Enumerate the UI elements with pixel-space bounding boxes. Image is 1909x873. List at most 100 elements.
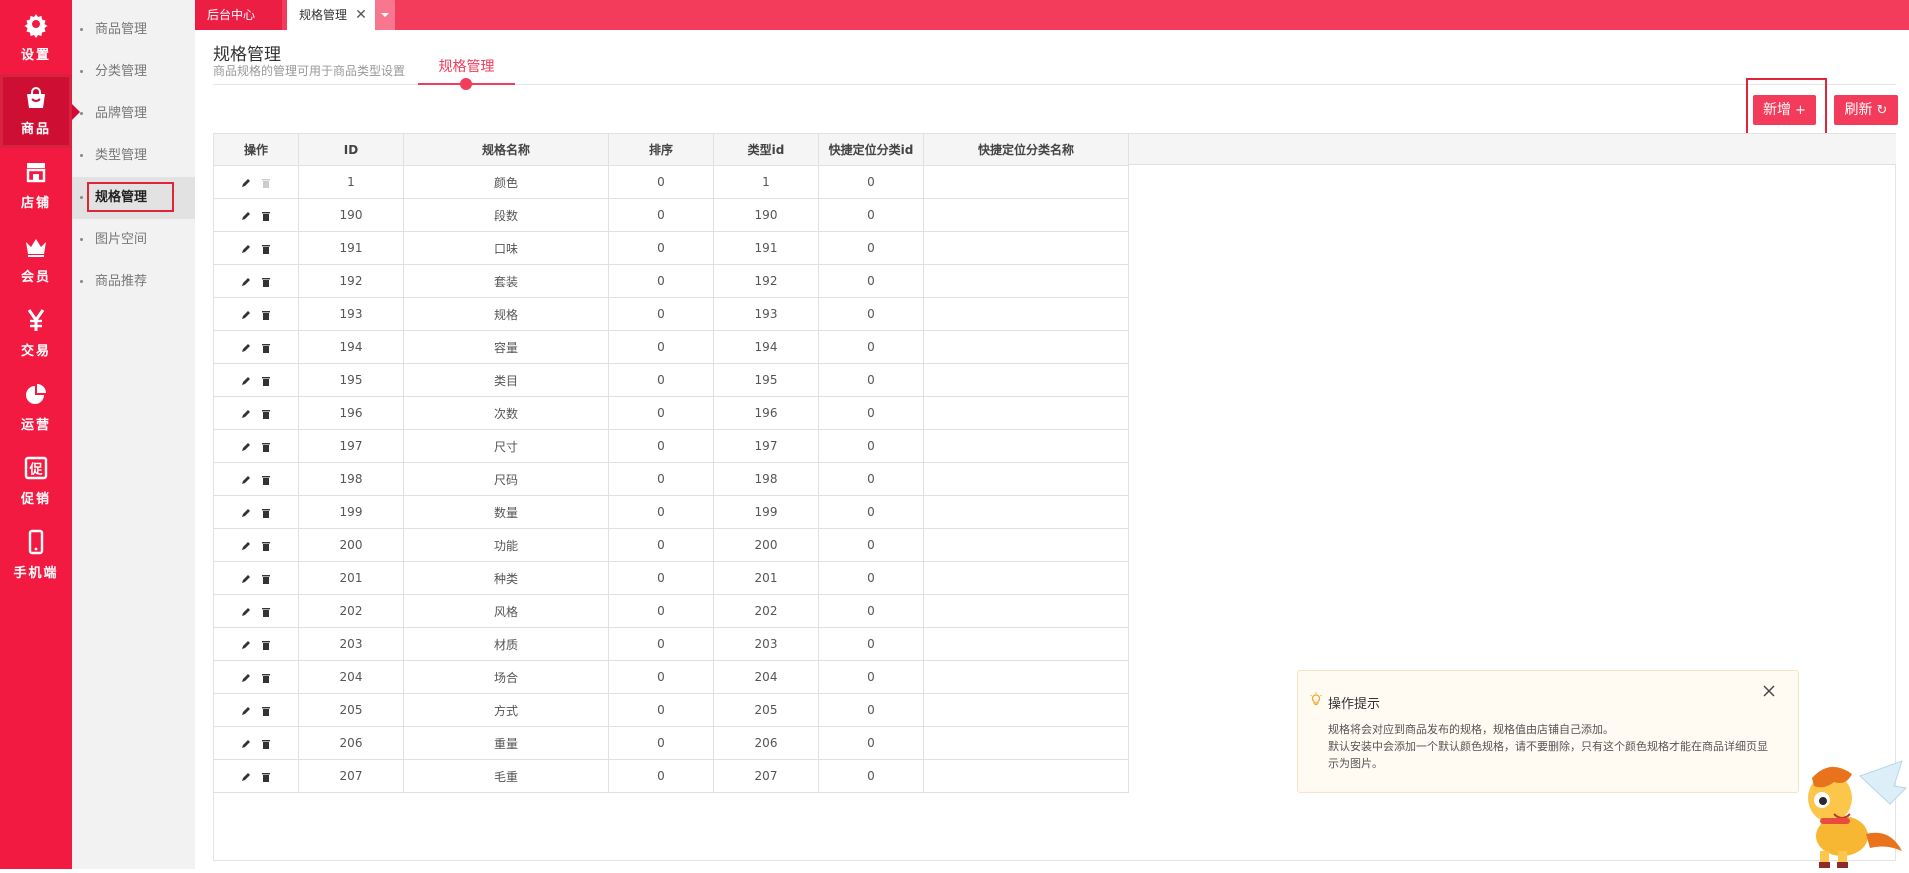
sidebar-item-4[interactable]: 规格管理 [72, 177, 195, 219]
edit-icon[interactable] [240, 276, 252, 288]
shopping-bag-icon [22, 84, 50, 112]
sidebar-item-3[interactable]: 类型管理 [72, 135, 195, 177]
edit-icon[interactable] [240, 408, 252, 420]
nav-item-5[interactable]: 运营 [0, 370, 72, 444]
edit-icon[interactable] [240, 738, 252, 750]
cell-spec-name: 容量 [403, 330, 609, 364]
edit-icon[interactable] [240, 474, 252, 486]
cell-actions [213, 495, 299, 529]
cell-category-id: 0 [818, 495, 924, 529]
crown-icon [22, 232, 50, 260]
nav-item-1[interactable]: 商品 [0, 74, 80, 148]
refresh-button[interactable]: 刷新 ↻ [1834, 95, 1898, 125]
table-row: 203 材质 0 203 0 [213, 627, 1129, 661]
add-button[interactable]: 新增 + [1753, 95, 1816, 125]
edit-icon[interactable] [240, 177, 252, 189]
edit-icon[interactable] [240, 639, 252, 651]
sidebar-item-0[interactable]: 商品管理 [72, 9, 195, 51]
tab-home[interactable]: 后台中心 [195, 0, 282, 30]
cell-sort: 0 [608, 330, 714, 364]
tips-body: 规格将会对应到商品发布的规格，规格值由店铺自己添加。 默认安装中会添加一个默认颜… [1328, 721, 1778, 772]
nav-item-2[interactable]: 店铺 [0, 148, 72, 222]
cell-actions [213, 264, 299, 298]
edit-icon[interactable] [240, 210, 252, 222]
tips-line: 默认安装中会添加一个默认颜色规格，请不要删除，只有这个颜色规格才能在商品详细页显… [1328, 740, 1768, 770]
nav-item-0[interactable]: 设置 [0, 0, 72, 74]
nav-item-4[interactable]: 交易 [0, 296, 72, 370]
delete-icon[interactable] [260, 672, 272, 684]
table-row: 207 毛重 0 207 0 [213, 759, 1129, 793]
edit-icon[interactable] [240, 375, 252, 387]
edit-icon[interactable] [240, 309, 252, 321]
delete-icon[interactable] [260, 375, 272, 387]
delete-icon[interactable] [260, 474, 272, 486]
edit-icon[interactable] [240, 342, 252, 354]
delete-icon [260, 177, 272, 189]
table-row: 200 功能 0 200 0 [213, 528, 1129, 562]
delete-icon[interactable] [260, 771, 272, 783]
cell-sort: 0 [608, 165, 714, 199]
nav-item-label: 店铺 [20, 196, 51, 211]
tab-close-icon[interactable]: ✕ [353, 0, 369, 30]
delete-icon[interactable] [260, 573, 272, 585]
cell-category-name [923, 429, 1129, 463]
tab-dropdown-icon[interactable] [375, 0, 395, 30]
edit-icon[interactable] [240, 507, 252, 519]
delete-icon[interactable] [260, 606, 272, 618]
nav-item-label: 商品 [20, 122, 51, 137]
edit-icon[interactable] [240, 606, 252, 618]
cell-category-id: 0 [818, 330, 924, 364]
cell-id: 194 [298, 330, 404, 364]
header-tab-spec[interactable]: 规格管理 [420, 56, 513, 76]
delete-icon[interactable] [260, 738, 272, 750]
sidebar-item-2[interactable]: 品牌管理 [72, 93, 195, 135]
cell-type-id: 202 [713, 594, 819, 628]
delete-icon[interactable] [260, 276, 272, 288]
cell-type-id: 196 [713, 396, 819, 430]
cell-sort: 0 [608, 462, 714, 496]
edit-icon[interactable] [240, 243, 252, 255]
cell-category-name [923, 198, 1129, 232]
edit-icon[interactable] [240, 573, 252, 585]
table-row: 201 种类 0 201 0 [213, 561, 1129, 595]
delete-icon[interactable] [260, 243, 272, 255]
edit-icon[interactable] [240, 540, 252, 552]
cell-category-name [923, 660, 1129, 694]
cell-category-id: 0 [818, 231, 924, 265]
cell-category-name [923, 627, 1129, 661]
table-row: 190 段数 0 190 0 [213, 198, 1129, 232]
delete-icon[interactable] [260, 309, 272, 321]
delete-icon[interactable] [260, 705, 272, 717]
cell-category-name [923, 693, 1129, 727]
sidebar-item-5[interactable]: 图片空间 [72, 219, 195, 261]
mascot-horse-image[interactable] [1790, 756, 1909, 869]
edit-icon[interactable] [240, 672, 252, 684]
edit-icon[interactable] [240, 771, 252, 783]
cell-sort: 0 [608, 627, 714, 661]
sidebar-item-1[interactable]: 分类管理 [72, 51, 195, 93]
lightbulb-icon [1308, 692, 1324, 708]
cell-id: 199 [298, 495, 404, 529]
edit-icon[interactable] [240, 441, 252, 453]
nav-item-7[interactable]: 手机端 [0, 518, 72, 592]
nav-item-6[interactable]: 促促销 [0, 444, 72, 518]
delete-icon[interactable] [260, 441, 272, 453]
cell-spec-name: 种类 [403, 561, 609, 595]
delete-icon[interactable] [260, 507, 272, 519]
sidebar-item-6[interactable]: 商品推荐 [72, 261, 195, 303]
delete-icon[interactable] [260, 540, 272, 552]
cell-category-name [923, 495, 1129, 529]
edit-icon[interactable] [240, 705, 252, 717]
cell-sort: 0 [608, 528, 714, 562]
tips-title: 操作提示 [1328, 697, 1381, 712]
close-icon[interactable] [1759, 681, 1779, 701]
cell-category-name [923, 561, 1129, 595]
cell-category-name [923, 330, 1129, 364]
delete-icon[interactable] [260, 639, 272, 651]
delete-icon[interactable] [260, 342, 272, 354]
delete-icon[interactable] [260, 210, 272, 222]
delete-icon[interactable] [260, 408, 272, 420]
nav-item-3[interactable]: 会员 [0, 222, 72, 296]
table-row: 194 容量 0 194 0 [213, 330, 1129, 364]
cell-category-name [923, 462, 1129, 496]
